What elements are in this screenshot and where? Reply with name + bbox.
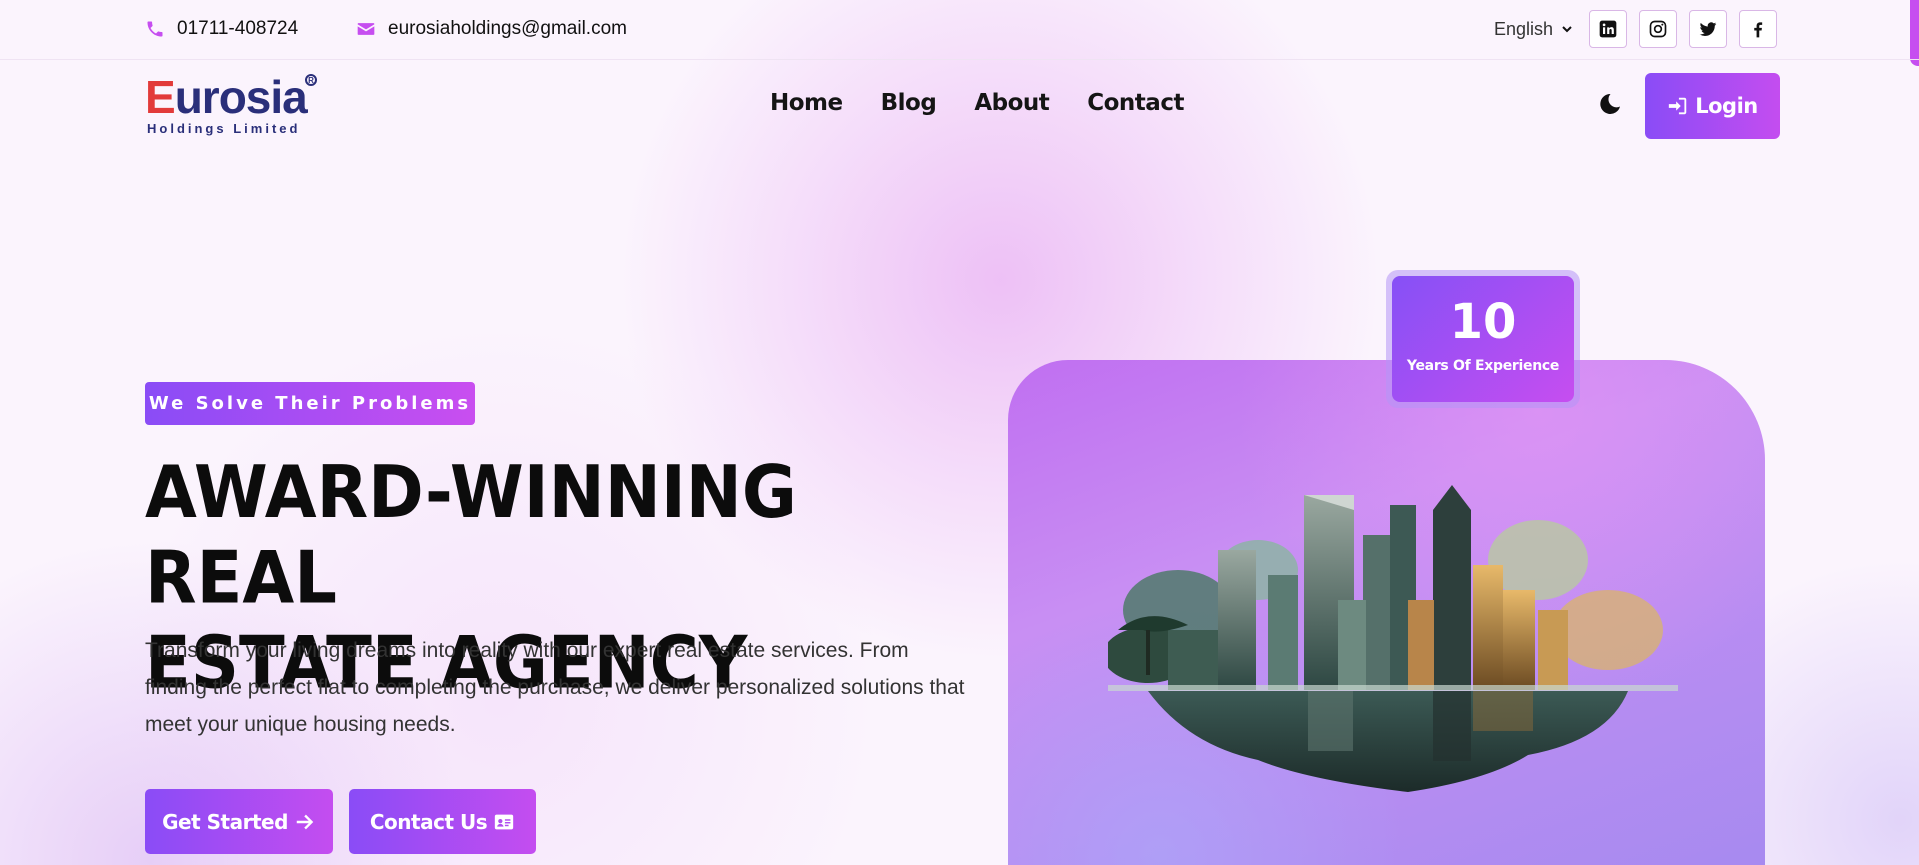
login-label: Login	[1695, 94, 1758, 118]
linkedin-icon	[1599, 20, 1617, 38]
facebook-link[interactable]	[1739, 10, 1777, 48]
get-started-label: Get Started	[162, 809, 288, 834]
chevron-down-icon	[1562, 26, 1572, 33]
twitter-icon	[1699, 22, 1717, 36]
contact-us-button[interactable]: Contact Us	[349, 789, 536, 854]
login-button[interactable]: Login	[1645, 73, 1780, 139]
id-card-icon	[494, 814, 514, 829]
phone-icon	[147, 21, 163, 37]
top-bar: 01711-408724 eurosiaholdings@gmail.com E…	[0, 0, 1919, 60]
nav-about[interactable]: About	[974, 90, 1049, 116]
nav-home[interactable]: Home	[770, 90, 843, 116]
dark-mode-toggle-icon[interactable]	[1598, 92, 1622, 116]
contact-us-label: Contact Us	[369, 809, 488, 834]
headline-line-1: AWARD-WINNING REAL	[145, 450, 797, 620]
sign-in-icon	[1669, 97, 1687, 115]
hero-badge: We Solve Their Problems	[145, 382, 475, 425]
linkedin-link[interactable]	[1589, 10, 1627, 48]
logo-wordmark: Eurosia	[145, 71, 308, 123]
logo-tagline: Holdings Limited	[147, 121, 301, 136]
hero-description: Transform your living dreams into realit…	[145, 639, 965, 736]
city-skyline-image	[1108, 485, 1678, 792]
twitter-link[interactable]	[1689, 10, 1727, 48]
email-contact[interactable]: eurosiaholdings@gmail.com	[356, 16, 627, 42]
instagram-link[interactable]	[1639, 10, 1677, 48]
experience-label: Years Of Experience	[1406, 358, 1560, 374]
get-started-button[interactable]: Get Started	[145, 789, 333, 854]
facebook-icon	[1754, 22, 1763, 38]
registered-mark: R	[305, 74, 317, 86]
main-nav: Home Blog About Contact	[770, 90, 1184, 116]
envelope-icon	[357, 23, 375, 35]
language-select[interactable]: English	[1494, 16, 1573, 42]
social-links	[1589, 10, 1777, 48]
nav-contact[interactable]: Contact	[1087, 90, 1184, 116]
language-label: English	[1494, 18, 1554, 39]
experience-value: 10	[1449, 294, 1517, 350]
arrow-right-icon	[296, 814, 314, 829]
instagram-icon	[1649, 20, 1667, 38]
experience-badge: 10 Years Of Experience	[1392, 276, 1574, 402]
phone-contact[interactable]: 01711-408724	[145, 16, 298, 42]
nav-blog[interactable]: Blog	[881, 90, 937, 116]
phone-number: 01711-408724	[177, 18, 299, 39]
brand-logo[interactable]: Eurosia R Holdings Limited	[145, 74, 320, 140]
email-address: eurosiaholdings@gmail.com	[388, 18, 627, 39]
